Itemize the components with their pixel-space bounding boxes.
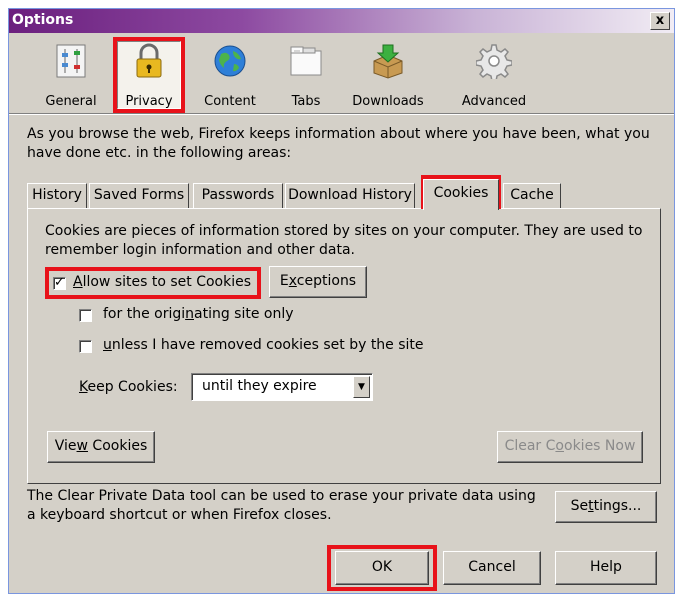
dropdown-arrow-icon[interactable]: ▼ xyxy=(353,376,370,398)
category-downloads[interactable]: Downloads xyxy=(343,35,433,113)
general-icon xyxy=(56,44,86,78)
privacy-intro-text: As you browse the web, Firefox keeps inf… xyxy=(27,126,650,161)
view-cookies-button[interactable]: View Cookies xyxy=(47,431,155,463)
category-label: Advanced xyxy=(461,94,527,109)
cancel-button[interactable]: Cancel xyxy=(443,551,541,585)
lock-icon xyxy=(136,43,162,78)
category-tabs[interactable]: Tabs xyxy=(279,35,333,113)
ok-highlight-box xyxy=(327,545,437,591)
tab-history[interactable]: History xyxy=(27,183,87,209)
clear-cookies-now-button: Clear Cookies Now xyxy=(497,431,643,463)
unless-removed-checkbox[interactable] xyxy=(79,340,92,353)
download-box-icon xyxy=(373,44,403,79)
settings-button[interactable]: Settings... xyxy=(555,491,657,523)
keep-cookies-label: Keep Cookies: xyxy=(79,379,178,395)
window-title: Options xyxy=(12,12,74,28)
category-label: Downloads xyxy=(352,94,424,109)
originating-site-checkbox[interactable] xyxy=(79,309,92,322)
originating-site-label[interactable]: for the originating site only xyxy=(103,306,294,322)
tabs-icon xyxy=(290,46,322,76)
category-label: General xyxy=(45,94,97,109)
toolbar-separator xyxy=(9,113,674,115)
options-dialog: Options x General Privacy Content Tabs D… xyxy=(8,8,675,594)
private-data-text: The Clear Private Data tool can be used … xyxy=(27,488,536,523)
tab-cache[interactable]: Cache xyxy=(503,183,561,209)
tab-cookies[interactable]: Cookies xyxy=(423,179,499,210)
allow-cookies-highlight-box xyxy=(45,267,261,299)
exceptions-button[interactable]: Exceptions xyxy=(269,266,367,298)
help-button[interactable]: Help xyxy=(555,551,657,585)
title-bar[interactable]: Options x xyxy=(9,9,674,33)
unless-removed-label[interactable]: unless I have removed cookies set by the… xyxy=(103,337,424,353)
category-advanced[interactable]: Advanced xyxy=(449,35,539,113)
close-button[interactable]: x xyxy=(650,12,670,30)
tab-download-history[interactable]: Download History xyxy=(285,183,415,209)
gear-icon xyxy=(476,44,512,79)
cookies-description: Cookies are pieces of information stored… xyxy=(45,223,643,258)
globe-icon xyxy=(214,45,246,77)
keep-cookies-value: until they expire xyxy=(202,378,317,394)
category-general[interactable]: General xyxy=(33,35,109,113)
keep-cookies-select[interactable]: until they expire ▼ xyxy=(191,373,373,401)
category-label: Tabs xyxy=(291,94,321,109)
category-label: Content xyxy=(204,94,256,109)
tab-saved-forms[interactable]: Saved Forms xyxy=(89,183,189,209)
category-content[interactable]: Content xyxy=(195,35,265,113)
tab-passwords[interactable]: Passwords xyxy=(193,183,283,209)
